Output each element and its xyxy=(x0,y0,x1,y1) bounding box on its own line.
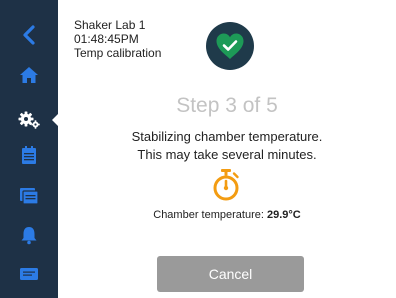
temperature-label: Chamber temperature: xyxy=(153,209,267,221)
bell-icon xyxy=(21,227,37,245)
calendar-icon xyxy=(22,146,36,164)
list-button[interactable] xyxy=(0,178,58,214)
chamber-temperature: Chamber temperature: 29.9°C xyxy=(58,209,396,221)
home-icon xyxy=(20,67,38,83)
gear-icon xyxy=(18,111,40,129)
device-name: Shaker Lab 1 xyxy=(74,18,146,32)
message-icon xyxy=(20,268,38,280)
temperature-value: 29.9°C xyxy=(266,209,301,221)
process-name: Temp calibration xyxy=(74,46,162,60)
heart-check-icon xyxy=(216,33,244,59)
chevron-left-icon xyxy=(23,25,35,45)
message-line-2: This may take several minutes. xyxy=(137,147,317,162)
cancel-button[interactable]: Cancel xyxy=(157,256,304,292)
home-button[interactable] xyxy=(0,57,58,93)
message-line-1: Stabilizing chamber temperature. xyxy=(131,129,323,144)
device-info: Shaker Lab 1 01:48:45PM Temp calibration xyxy=(74,18,161,60)
sidebar xyxy=(0,0,58,298)
step-indicator: Step 3 of 5 xyxy=(176,94,278,117)
list-icon xyxy=(20,188,39,205)
clock-time: 01:48:45PM xyxy=(74,32,139,46)
stopwatch-icon xyxy=(213,169,239,201)
status-message: Stabilizing chamber temperature. This ma… xyxy=(58,128,396,164)
calendar-button[interactable] xyxy=(0,137,58,173)
settings-button[interactable] xyxy=(0,102,58,138)
message-button[interactable] xyxy=(0,256,58,292)
status-badge xyxy=(206,22,254,70)
alarm-button[interactable] xyxy=(0,217,58,253)
back-button[interactable] xyxy=(0,17,58,53)
